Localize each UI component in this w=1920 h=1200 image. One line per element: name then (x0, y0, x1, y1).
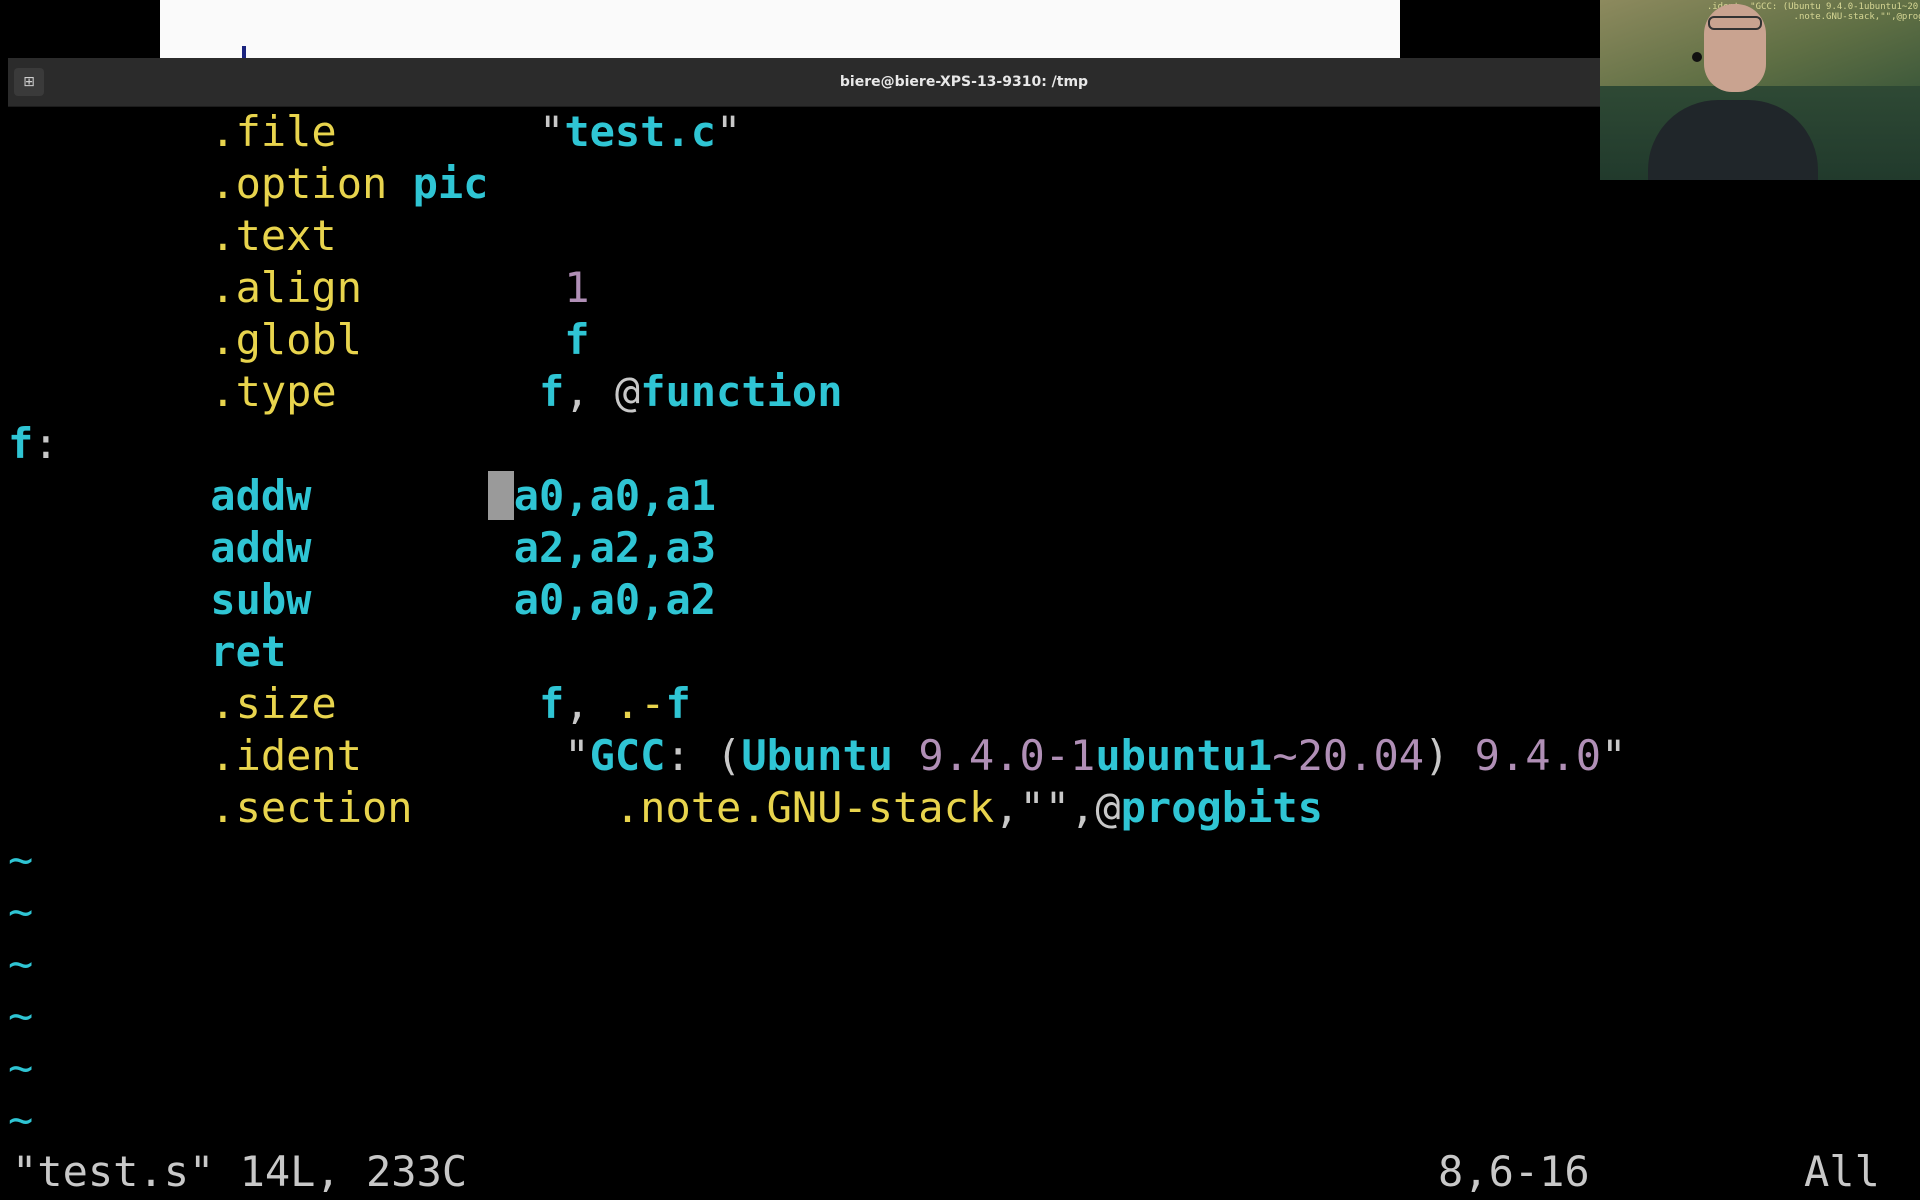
vim-line: .align 1 (8, 262, 590, 314)
vim-line: .type f, @function (8, 366, 842, 418)
vim-line: .section .note.GNU-stack,"",@progbits (8, 782, 1323, 834)
vim-token: ubuntu1 (1095, 731, 1273, 780)
vim-token: a0,a0,a1 (513, 471, 717, 520)
vim-token: .size (8, 679, 540, 728)
vim-token: function (640, 367, 843, 416)
vim-token: pic (412, 159, 489, 208)
vim-scroll-indicator: All (1804, 1147, 1880, 1196)
webcam-overlay: .ident "GCC: (Ubuntu 9.4.0-1ubuntu1~20 .… (1600, 0, 1920, 180)
presenter-body (1648, 100, 1818, 180)
presenter-glasses (1708, 16, 1762, 30)
vim-token: .align (8, 263, 565, 312)
vim-token: : (33, 419, 59, 468)
vim-token: @ (1095, 783, 1121, 832)
vim-token: .section (8, 783, 615, 832)
vim-token: ret (8, 627, 287, 676)
vim-token: f (8, 419, 34, 468)
vim-token: , (564, 679, 615, 728)
vim-cursor-position: 8,6-16 (1438, 1147, 1590, 1196)
vim-token: GCC (589, 731, 666, 780)
vim-token: 9.4.0 (1474, 731, 1602, 780)
vim-line: subw a0,a0,a2 (8, 574, 716, 626)
vim-token: " (539, 107, 565, 156)
vim-token: a2,a2,a3 (513, 523, 717, 572)
vim-token: .note.GNU-stack (614, 783, 995, 832)
vim-token: : ( (665, 731, 742, 780)
vim-line: addw a0,a0,a1 (8, 470, 716, 522)
vim-line: .globl f (8, 314, 590, 366)
background-window (160, 0, 1400, 60)
vim-token: " (1601, 731, 1627, 780)
vim-token (893, 731, 918, 780)
vim-token: " (716, 107, 742, 156)
vim-empty-line-tilde: ~ (8, 1043, 34, 1092)
terminal-window[interactable]: ⊞ biere@biere-XPS-13-9310: /tmp .file "t… (8, 58, 1920, 1200)
vim-token: progbits (1120, 783, 1323, 832)
vim-token: f (564, 315, 590, 364)
vim-empty-line-tilde: ~ (8, 835, 34, 884)
vim-token: f (665, 679, 691, 728)
vim-token: .- (614, 679, 666, 728)
vim-token: ~20.04 (1272, 731, 1425, 780)
vim-token: @ (614, 367, 641, 416)
vim-empty-line-tilde: ~ (8, 1095, 34, 1144)
vim-token: a0,a0,a2 (513, 575, 717, 624)
vim-empty-line-tilde: ~ (8, 991, 34, 1040)
vim-line: .file "test.c" (8, 106, 741, 158)
vim-cursor (488, 471, 514, 520)
vim-empty-line-tilde: ~ (8, 939, 34, 988)
vim-line: .text (8, 210, 337, 262)
vim-token: test.c (564, 107, 717, 156)
vim-line: addw a2,a2,a3 (8, 522, 716, 574)
vim-line: ret (8, 626, 286, 678)
vim-token: .type (8, 367, 540, 416)
vim-line: .size f, .-f (8, 678, 691, 730)
vim-file-info: "test.s" 14L, 233C (12, 1147, 468, 1196)
vim-token: ) (1424, 731, 1475, 780)
vim-token: subw (8, 575, 514, 624)
vim-line: .option pic (8, 158, 488, 210)
vim-token: Ubuntu (741, 731, 894, 780)
vim-line: .ident "GCC: (Ubuntu 9.4.0-1ubuntu1~20.0… (8, 730, 1626, 782)
vim-token: .file (8, 107, 540, 156)
vim-token: .option (8, 159, 413, 208)
headset-microphone (1692, 52, 1702, 62)
vim-token: 1 (564, 263, 590, 312)
vim-token: .text (8, 211, 337, 260)
vim-token: 9.4.0-1 (918, 731, 1096, 780)
vim-token: ,"", (994, 783, 1096, 832)
vim-token: f (539, 367, 565, 416)
vim-token: addw (8, 523, 514, 572)
vim-token: addw (8, 471, 489, 520)
vim-token: .ident (8, 731, 565, 780)
vim-token: .globl (8, 315, 565, 364)
vim-line: f: (8, 418, 59, 470)
vim-token: f (539, 679, 565, 728)
vim-token: " (564, 731, 590, 780)
vim-token: , (564, 367, 615, 416)
vim-empty-line-tilde: ~ (8, 887, 34, 936)
